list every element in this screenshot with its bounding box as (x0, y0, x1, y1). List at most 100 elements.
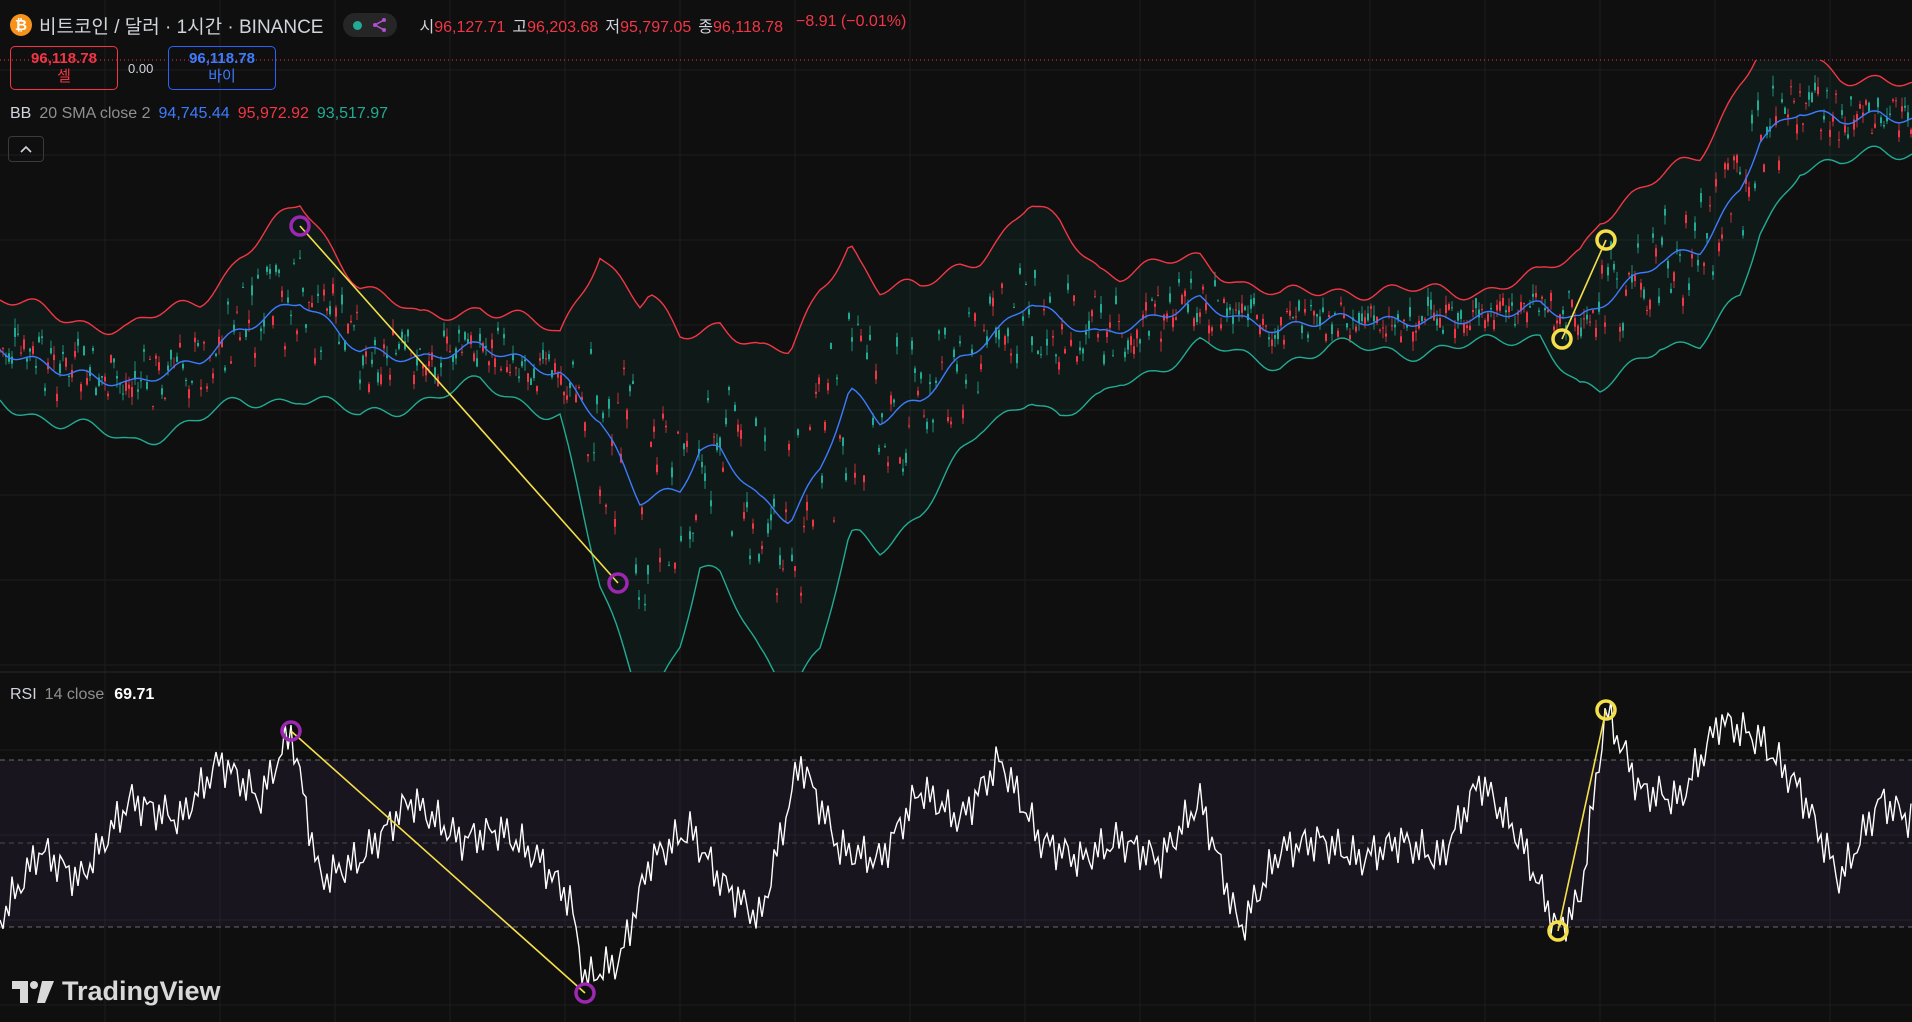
candle-body (1031, 336, 1033, 346)
candle-body (1712, 271, 1714, 276)
candle-body (314, 357, 316, 364)
candle-body (1382, 327, 1384, 329)
sell-button[interactable]: 96,118.78 셀 (10, 46, 118, 90)
candle-body (1481, 309, 1483, 311)
candle-body (875, 370, 877, 380)
candle-body (1574, 317, 1576, 327)
candle-body (1850, 96, 1852, 100)
candle-body (185, 380, 187, 382)
candle-body (1226, 308, 1228, 316)
candle-body (773, 498, 775, 507)
candle-body (1448, 304, 1450, 310)
candle-body (230, 361, 232, 364)
candle-body (878, 448, 880, 452)
candle-body (1640, 282, 1642, 290)
candle-body (983, 329, 985, 331)
candle-body (506, 367, 508, 372)
candle-body (1523, 303, 1525, 305)
candle-body (1157, 295, 1159, 297)
candle-body (1739, 171, 1741, 175)
candle-body (1271, 339, 1273, 347)
candle-body (770, 514, 772, 521)
candle-body (836, 377, 838, 380)
candle-body (509, 371, 511, 373)
symbol-title[interactable]: 비트코인 / 달러 · 1시간 · BINANCE (39, 12, 323, 39)
candle-body (1445, 304, 1447, 314)
collapse-legend-button[interactable] (8, 136, 44, 162)
candle-body (1829, 129, 1831, 137)
candle-body (50, 348, 52, 354)
candle-body (590, 348, 592, 354)
candle-body (998, 330, 1000, 340)
candle-body (1379, 329, 1381, 331)
candle-body (1313, 311, 1315, 316)
candle-body (614, 518, 616, 527)
candle-body (830, 342, 832, 350)
candle-body (335, 307, 337, 317)
candle-body (1802, 123, 1804, 125)
candle-body (731, 531, 733, 536)
candle-body (1880, 117, 1882, 124)
candle-body (197, 343, 199, 346)
bitcoin-icon[interactable]: ₿ (10, 14, 32, 36)
candle-body (1184, 290, 1186, 297)
candle-body (1007, 328, 1009, 337)
candle-body (680, 535, 682, 541)
candle-body (1613, 263, 1615, 270)
tradingview-logo[interactable]: TradingView (12, 976, 221, 1007)
candle-body (1586, 314, 1588, 320)
candle-body (1781, 99, 1783, 103)
candle-body (248, 319, 250, 324)
candle-body (266, 266, 268, 272)
candle-body (1262, 318, 1264, 325)
candle-body (1187, 304, 1189, 313)
candle-body (1892, 99, 1894, 101)
candle-body (518, 376, 520, 379)
candle-body (77, 338, 79, 346)
candle-body (899, 457, 901, 464)
candle-body (1013, 306, 1015, 308)
candle-body (1028, 309, 1030, 315)
candle-body (1328, 315, 1330, 318)
candle-body (293, 262, 295, 264)
candle-body (14, 327, 16, 337)
candle-body (1385, 333, 1387, 337)
chart-canvas[interactable] (0, 0, 1912, 1022)
buy-button[interactable]: 96,118.78 바이 (168, 46, 276, 90)
candle-body (317, 293, 319, 297)
candle-body (1787, 114, 1789, 118)
candle-body (1847, 134, 1849, 139)
candle-body (848, 313, 850, 320)
candle-body (179, 342, 181, 348)
candle-body (1211, 327, 1213, 332)
candle-body (1400, 336, 1402, 343)
market-status-pill[interactable] (343, 13, 398, 37)
candle-body (929, 382, 931, 385)
candle-body (23, 339, 25, 350)
candle-body (296, 330, 298, 335)
bb-indicator-legend[interactable]: BB 20 SMA close 2 94,745.44 95,972.92 93… (10, 105, 388, 123)
buy-label: 바이 (208, 68, 236, 85)
candle-body (116, 376, 118, 379)
candle-body (1310, 305, 1312, 307)
candle-body (1763, 164, 1765, 172)
candle-body (1112, 355, 1114, 357)
candle-body (791, 554, 793, 562)
rsi-indicator-legend[interactable]: RSI 14 close 69.71 (10, 686, 154, 704)
candle-body (1439, 317, 1441, 328)
candle-body (1835, 93, 1837, 95)
candle-body (158, 362, 160, 371)
candle-body (224, 367, 226, 371)
candle-body (272, 316, 274, 326)
candle-body (704, 473, 706, 482)
candle-body (1460, 310, 1462, 319)
candle-body (914, 368, 916, 373)
candle-body (776, 592, 778, 596)
candle-body (578, 387, 580, 389)
low-label: 저 (605, 19, 621, 36)
candle-body (1655, 248, 1657, 257)
bb-lower-value: 93,517.97 (316, 105, 389, 122)
candle-body (155, 355, 157, 359)
candle-body (1820, 129, 1822, 132)
candle-body (1721, 234, 1723, 239)
